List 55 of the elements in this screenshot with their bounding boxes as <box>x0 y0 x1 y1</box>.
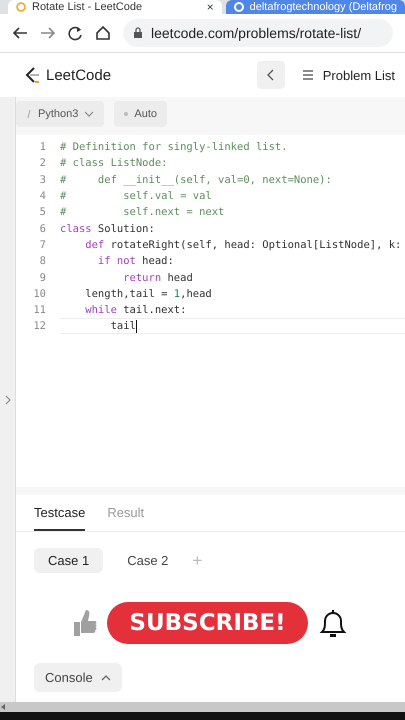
code-icon <box>26 109 32 119</box>
line-number: 5 <box>38 206 47 218</box>
code-line: tail <box>110 320 136 332</box>
line-number: 10 <box>32 288 47 300</box>
caret-down-icon[interactable] <box>84 111 94 117</box>
menu-icon <box>302 70 313 80</box>
tab-close-button[interactable]: × <box>206 0 214 14</box>
tab-logo-icon <box>16 2 26 12</box>
line-number: 4 <box>38 190 47 202</box>
bell-icon <box>318 608 348 638</box>
scroll-left-icon <box>0 703 6 711</box>
line-number: 6 <box>38 222 47 235</box>
reload-icon[interactable] <box>68 26 83 40</box>
code-line: def rotateRight(self, head: Optional[ListNode], k: <box>84 238 402 251</box>
chevron-left-icon[interactable] <box>266 69 275 81</box>
line-number: 2 <box>38 157 47 170</box>
problem-list-link[interactable]: Problem List <box>292 68 401 82</box>
language-dropdown[interactable]: Python3 <box>16 101 104 127</box>
line-number: 9 <box>38 272 47 284</box>
code-line: length,tail = 1,head <box>84 288 212 300</box>
code-line: class Solution: <box>60 222 155 235</box>
code-line: # def __init__(self, val=0, next=None): <box>60 174 332 186</box>
code-line: # Definition for singly-linked list. <box>60 141 288 154</box>
expand-panel-icon[interactable] <box>4 394 10 404</box>
code-line: # self.val = val <box>60 190 212 202</box>
back-icon[interactable] <box>12 26 28 40</box>
line-number: 8 <box>38 255 47 268</box>
address-bar[interactable]: leetcode.com/problems/rotate-list/ <box>123 19 393 47</box>
browser-tab[interactable]: deltafrogtechnology (Deltafrog <box>226 0 405 14</box>
line-number: 7 <box>38 238 47 251</box>
address-text: leetcode.com/problems/rotate-list/ <box>151 25 362 41</box>
line-number: 12 <box>32 320 47 332</box>
code-line: # self.next = next <box>60 206 224 218</box>
code-line: if not head: <box>96 255 174 268</box>
logo-text: LeetCode <box>46 66 112 84</box>
forward-icon[interactable] <box>40 26 56 40</box>
code-line: # class ListNode: <box>60 157 168 170</box>
caret-up-icon[interactable] <box>100 674 111 682</box>
line-number: 11 <box>32 304 47 316</box>
subscribe-button[interactable]: SUBSCRIBE! <box>107 602 308 644</box>
code-line: while tail.next: <box>84 304 186 316</box>
code-line: return head <box>122 272 193 284</box>
dot-icon <box>124 112 128 116</box>
tab-logo-icon <box>234 2 244 12</box>
console-button[interactable]: Console <box>34 663 122 692</box>
case-tab[interactable]: Case 1 <box>34 548 104 573</box>
lock-icon <box>133 27 143 39</box>
thumbs-up-icon <box>73 608 98 638</box>
home-icon[interactable] <box>95 25 111 41</box>
line-number: 3 <box>38 174 47 186</box>
panel-tab[interactable]: Testcase <box>34 495 86 531</box>
browser-tab[interactable]: Rotate List - LeetCode × <box>8 0 222 14</box>
line-number: 1 <box>38 141 47 154</box>
auto-button[interactable]: Auto <box>114 101 168 127</box>
case-tab[interactable]: Case 2 <box>113 548 182 573</box>
